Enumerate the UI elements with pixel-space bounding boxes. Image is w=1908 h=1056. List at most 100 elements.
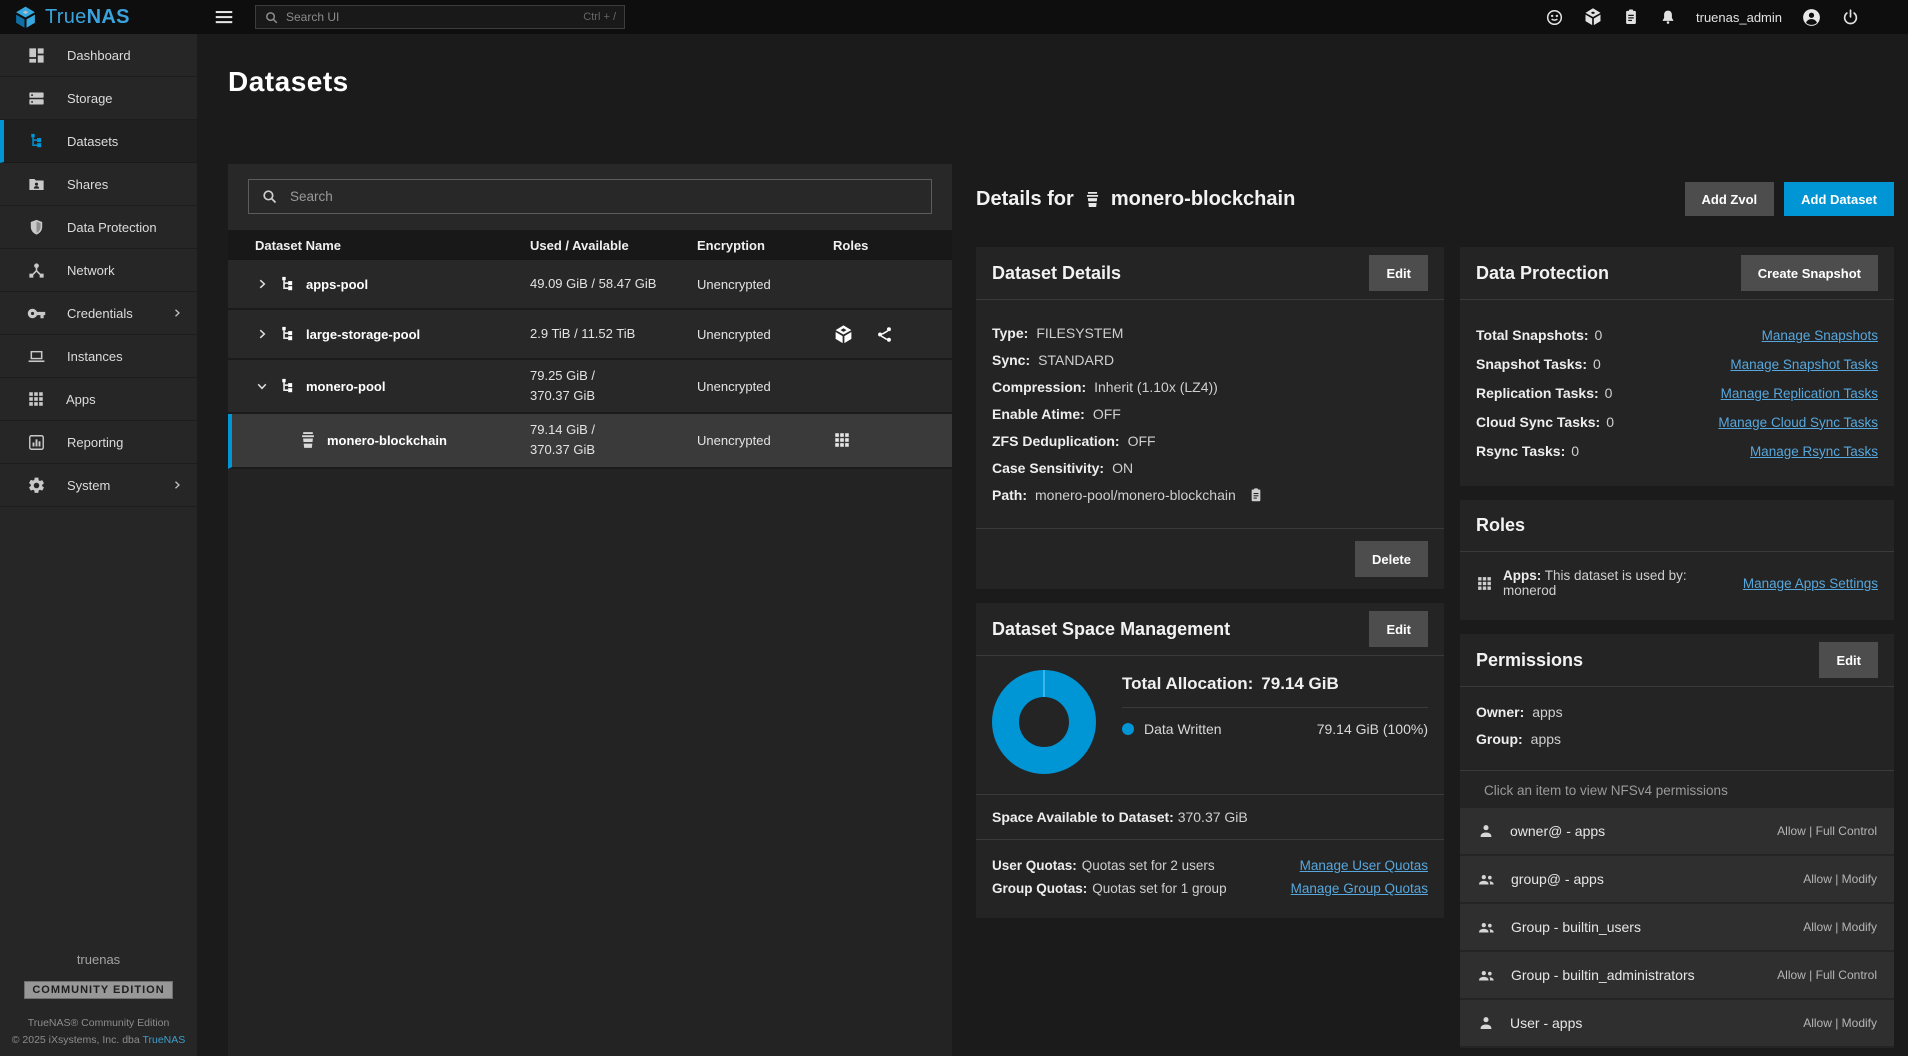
person-icon <box>1477 1014 1495 1032</box>
detail-sync: Sync:STANDARD <box>992 352 1428 368</box>
table-row-monero-blockchain[interactable]: monero-blockchain 79.14 GiB /370.37 GiB … <box>228 414 952 468</box>
expand-chevron-right-icon[interactable] <box>255 327 269 341</box>
jobs-icon[interactable] <box>1622 8 1640 26</box>
permissions-title: Permissions <box>1476 650 1583 671</box>
hostname-label: truenas <box>0 952 197 967</box>
roles-card: Roles Apps: This dataset is used by: mon… <box>1460 500 1894 620</box>
power-icon[interactable] <box>1841 8 1860 27</box>
permission-item-group[interactable]: group@ - apps Allow | Modify <box>1460 856 1894 902</box>
add-dataset-button[interactable]: Add Dataset <box>1784 182 1894 216</box>
used-available-value: 79.25 GiB /370.37 GiB <box>530 360 697 412</box>
detail-case-sensitivity: Case Sensitivity:ON <box>992 460 1428 476</box>
chevron-right-icon <box>171 479 183 491</box>
datasets-tree-icon <box>27 132 46 151</box>
encryption-value: Unencrypted <box>697 277 833 292</box>
truenas-logo[interactable]: TrueNAS <box>0 5 197 30</box>
dataset-tree-icon <box>278 377 297 396</box>
manage-apps-settings-link[interactable]: Manage Apps Settings <box>1743 576 1878 591</box>
edition-badge: COMMUNITY EDITION <box>24 981 172 999</box>
people-icon <box>1477 918 1496 937</box>
dashboard-icon <box>27 46 46 65</box>
permission-item-user-apps[interactable]: User - apps Allow | Modify <box>1460 1000 1894 1046</box>
edit-dataset-details-button[interactable]: Edit <box>1369 255 1428 291</box>
sidebar-item-system[interactable]: System <box>0 464 197 507</box>
manage-group-quotas-link[interactable]: Manage Group Quotas <box>1291 881 1428 896</box>
delete-dataset-button[interactable]: Delete <box>1355 541 1428 577</box>
truenas-footer-link[interactable]: TrueNAS <box>142 1034 185 1046</box>
user-quotas-row: User Quotas:Quotas set for 2 users Manag… <box>992 858 1428 873</box>
create-snapshot-button[interactable]: Create Snapshot <box>1741 255 1878 291</box>
truecommand-icon[interactable] <box>1583 7 1603 27</box>
product-edition-label: TrueNAS® Community Edition <box>0 1015 197 1031</box>
detail-dedup: ZFS Deduplication:OFF <box>992 433 1428 449</box>
sidebar-item-reporting[interactable]: Reporting <box>0 421 197 464</box>
dataset-search-input[interactable] <box>290 189 919 204</box>
dataset-search[interactable] <box>248 179 932 214</box>
user-account-icon[interactable] <box>1801 7 1822 28</box>
table-row-apps-pool[interactable]: apps-pool 49.09 GiB / 58.47 GiB Unencryp… <box>228 260 952 310</box>
table-row-large-storage-pool[interactable]: large-storage-pool 2.9 TiB / 11.52 TiB U… <box>228 310 952 360</box>
dataset-icon <box>1083 190 1102 209</box>
share-role-icon[interactable] <box>875 325 894 344</box>
chevron-right-icon <box>171 307 183 319</box>
permission-item-builtin-users[interactable]: Group - builtin_users Allow | Modify <box>1460 904 1894 950</box>
sidebar-item-instances[interactable]: Instances <box>0 335 197 378</box>
edit-permissions-button[interactable]: Edit <box>1819 642 1878 678</box>
global-search-input[interactable] <box>286 10 576 24</box>
column-roles[interactable]: Roles <box>833 238 952 253</box>
dataset-name: large-storage-pool <box>306 327 420 342</box>
manage-snapshot-tasks-link[interactable]: Manage Snapshot Tasks <box>1730 357 1878 372</box>
permissions-owner: Owner:apps <box>1476 704 1878 720</box>
column-used-available[interactable]: Used / Available <box>530 238 697 253</box>
roles-title: Roles <box>1476 515 1525 536</box>
truenas-logo-icon <box>13 5 38 30</box>
sidebar-item-storage[interactable]: Storage <box>0 77 197 120</box>
sidebar-item-data-protection[interactable]: Data Protection <box>0 206 197 249</box>
menu-toggle-icon[interactable] <box>213 6 235 28</box>
sidebar-item-shares[interactable]: Shares <box>0 163 197 206</box>
column-encryption[interactable]: Encryption <box>697 238 833 253</box>
add-zvol-button[interactable]: Add Zvol <box>1685 182 1775 216</box>
feedback-icon[interactable] <box>1545 8 1564 27</box>
gear-icon <box>27 476 46 495</box>
detail-type: Type:FILESYSTEM <box>992 325 1428 341</box>
encryption-value: Unencrypted <box>697 379 833 394</box>
manage-rsync-tasks-link[interactable]: Manage Rsync Tasks <box>1750 444 1878 459</box>
global-search[interactable]: Ctrl + / <box>255 5 625 29</box>
used-available-value: 49.09 GiB / 58.47 GiB <box>530 268 697 300</box>
dataset-tree-panel: Dataset Name Used / Available Encryption… <box>228 164 952 1056</box>
apps-role-icon[interactable] <box>833 431 851 449</box>
collapse-chevron-down-icon[interactable] <box>255 379 269 393</box>
space-donut-chart <box>992 670 1096 774</box>
table-row-monero-pool[interactable]: monero-pool 79.25 GiB /370.37 GiB Unencr… <box>228 360 952 414</box>
dataset-tree-icon <box>278 325 297 344</box>
shares-folder-icon <box>27 175 46 194</box>
username-label: truenas_admin <box>1696 10 1782 25</box>
search-icon <box>264 10 279 25</box>
sidebar-item-credentials[interactable]: Credentials <box>0 292 197 335</box>
dataset-tree-icon <box>278 275 297 294</box>
manage-replication-tasks-link[interactable]: Manage Replication Tasks <box>1721 386 1878 401</box>
encryption-value: Unencrypted <box>697 327 833 342</box>
column-dataset-name[interactable]: Dataset Name <box>228 238 530 253</box>
sidebar-item-network[interactable]: Network <box>0 249 197 292</box>
alerts-bell-icon[interactable] <box>1659 8 1677 26</box>
manage-snapshots-link[interactable]: Manage Snapshots <box>1762 328 1878 343</box>
permission-item-owner[interactable]: owner@ - apps Allow | Full Control <box>1460 808 1894 854</box>
expand-chevron-right-icon[interactable] <box>255 277 269 291</box>
manage-user-quotas-link[interactable]: Manage User Quotas <box>1300 858 1428 873</box>
people-icon <box>1477 870 1496 889</box>
copy-path-icon[interactable] <box>1248 487 1264 503</box>
permissions-group: Group:apps <box>1476 731 1878 747</box>
truenas-box-role-icon[interactable] <box>833 324 854 345</box>
edit-space-button[interactable]: Edit <box>1369 611 1428 647</box>
details-title-prefix: Details for <box>976 188 1074 211</box>
manage-cloud-sync-tasks-link[interactable]: Manage Cloud Sync Tasks <box>1718 415 1878 430</box>
legend-data-written: Data Written 79.14 GiB (100%) <box>1122 721 1428 737</box>
search-icon <box>261 188 278 205</box>
sidebar-item-apps[interactable]: Apps <box>0 378 197 421</box>
sidebar-item-datasets[interactable]: Datasets <box>0 120 197 163</box>
permission-item-builtin-administrators[interactable]: Group - builtin_administrators Allow | F… <box>1460 952 1894 998</box>
laptop-icon <box>27 347 46 366</box>
sidebar-item-dashboard[interactable]: Dashboard <box>0 34 197 77</box>
